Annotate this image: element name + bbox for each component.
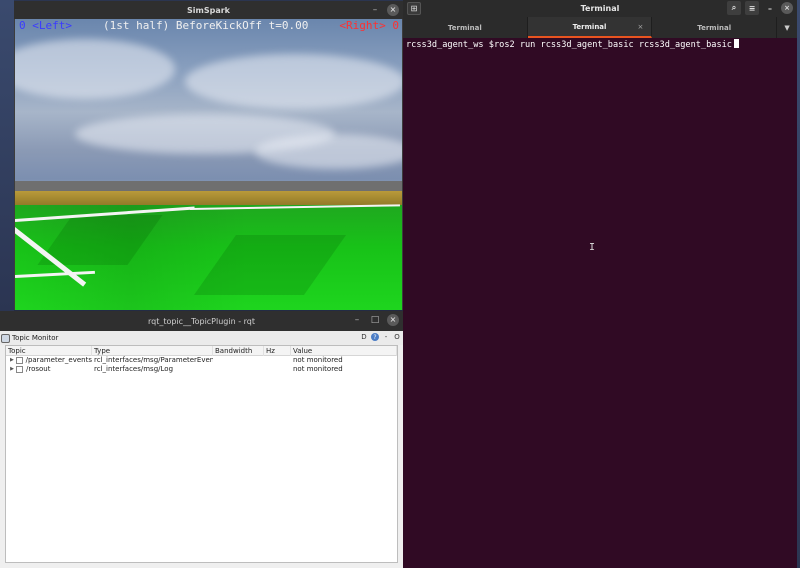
tab-terminal-3[interactable]: Terminal: [652, 17, 778, 38]
close-icon[interactable]: ×: [781, 2, 793, 14]
column-header-topic[interactable]: Topic: [6, 345, 92, 356]
terminal-titlebar[interactable]: ⊞ Terminal ⌕ ≡ – ×: [403, 0, 797, 17]
column-header-bandwidth[interactable]: Bandwidth: [213, 345, 264, 356]
text-cursor: [733, 39, 739, 48]
topic-value: not monitored: [293, 356, 343, 364]
help-icon[interactable]: ?: [371, 333, 379, 341]
search-icon[interactable]: ⌕: [727, 1, 741, 15]
simspark-window: SimSpark – × 0 <Left> (1st half) BeforeK…: [14, 1, 403, 310]
terminal-title: Terminal: [580, 4, 620, 13]
field-line: [15, 270, 95, 278]
minimize-icon[interactable]: –: [763, 1, 777, 15]
close-icon[interactable]: ×: [387, 4, 399, 16]
shell-prompt: rcss3d_agent_ws $: [406, 40, 494, 50]
right-team-score: <Right> 0: [339, 19, 399, 32]
column-header-value[interactable]: Value: [291, 345, 397, 356]
monitor-checkbox[interactable]: [15, 357, 23, 364]
maximize-icon[interactable]: □: [369, 314, 381, 326]
simspark-3d-viewport[interactable]: 0 <Left> (1st half) BeforeKickOff t=0.00…: [15, 19, 402, 310]
cloud-decoration: [255, 134, 402, 169]
dock-button[interactable]: D: [360, 332, 368, 342]
expand-arrow-icon[interactable]: ▶: [8, 365, 16, 374]
tab-label: Terminal: [697, 23, 732, 32]
column-header-type[interactable]: Type: [92, 345, 213, 356]
topic-type: rcl_interfaces/msg/ParameterEvent: [94, 356, 213, 364]
table-row[interactable]: ▶ /parameter_events rcl_interfaces/msg/P…: [6, 356, 397, 365]
terminal-scrollbar[interactable]: [793, 38, 797, 568]
simspark-title: SimSpark: [187, 5, 230, 15]
minimize-icon[interactable]: –: [369, 4, 381, 16]
cloud-decoration: [15, 39, 175, 99]
plugin-header: Topic Monitor D ? - O: [0, 331, 403, 345]
column-header-hz[interactable]: Hz: [264, 345, 291, 356]
topic-name: /parameter_events: [25, 356, 92, 364]
tab-label: Terminal: [572, 22, 607, 31]
mouse-ibeam-cursor-icon: I: [589, 242, 596, 253]
expand-arrow-icon[interactable]: ▶: [8, 356, 16, 365]
hamburger-menu-icon[interactable]: ≡: [745, 1, 759, 15]
terminal-output[interactable]: rcss3d_agent_ws $ros2 run rcss3d_agent_b…: [406, 39, 793, 568]
topic-value: not monitored: [293, 365, 343, 373]
tree-header: Topic Type Bandwidth Hz Value: [6, 345, 397, 356]
new-tab-icon[interactable]: ⊞: [407, 2, 421, 15]
topic-type: rcl_interfaces/msg/Log: [94, 365, 174, 373]
close-plugin-button[interactable]: O: [393, 332, 401, 342]
simspark-titlebar[interactable]: SimSpark – ×: [14, 1, 403, 19]
soccer-field: [15, 204, 402, 310]
plugin-title: Topic Monitor: [12, 334, 59, 342]
terminal-tabbar: Terminal Terminal × Terminal ▼: [403, 17, 797, 38]
tab-terminal-2[interactable]: Terminal ×: [527, 17, 653, 38]
field-shade: [37, 215, 163, 265]
left-team-score: 0 <Left>: [19, 19, 72, 32]
close-icon[interactable]: ×: [387, 314, 399, 326]
table-row[interactable]: ▶ /rosout rcl_interfaces/msg/Log not mon…: [6, 365, 397, 374]
rqt-title: rqt_topic__TopicPlugin - rqt: [147, 316, 256, 326]
match-hud: 0 <Left> (1st half) BeforeKickOff t=0.00…: [15, 19, 402, 33]
tab-list-dropdown-icon[interactable]: ▼: [777, 17, 797, 38]
horizon-ground: [15, 181, 402, 191]
tab-label: Terminal: [447, 23, 482, 32]
plugin-icon: [1, 333, 10, 343]
topic-tree[interactable]: Topic Type Bandwidth Hz Value ▶ /paramet…: [5, 345, 398, 563]
minimize-icon[interactable]: –: [351, 314, 363, 326]
cloud-decoration: [185, 54, 402, 109]
field-line: [189, 204, 400, 210]
rqt-window: rqt_topic__TopicPlugin - rqt – □ × Topic…: [0, 311, 403, 568]
desktop-background-left: [0, 0, 14, 311]
tab-close-icon[interactable]: ×: [637, 23, 643, 31]
topic-name: /rosout: [26, 365, 51, 373]
minimize-plugin-button[interactable]: -: [382, 332, 390, 342]
monitor-checkbox[interactable]: [16, 366, 23, 373]
rqt-titlebar[interactable]: rqt_topic__TopicPlugin - rqt – □ ×: [0, 311, 403, 331]
tab-terminal-1[interactable]: Terminal: [403, 17, 528, 38]
field-shade: [193, 235, 347, 295]
shell-command: ros2 run rcss3d_agent_basic rcss3d_agent…: [493, 40, 732, 50]
game-state: (1st half) BeforeKickOff t=0.00: [103, 19, 309, 32]
terminal-window: ⊞ Terminal ⌕ ≡ – × Terminal Terminal × T…: [403, 0, 797, 568]
